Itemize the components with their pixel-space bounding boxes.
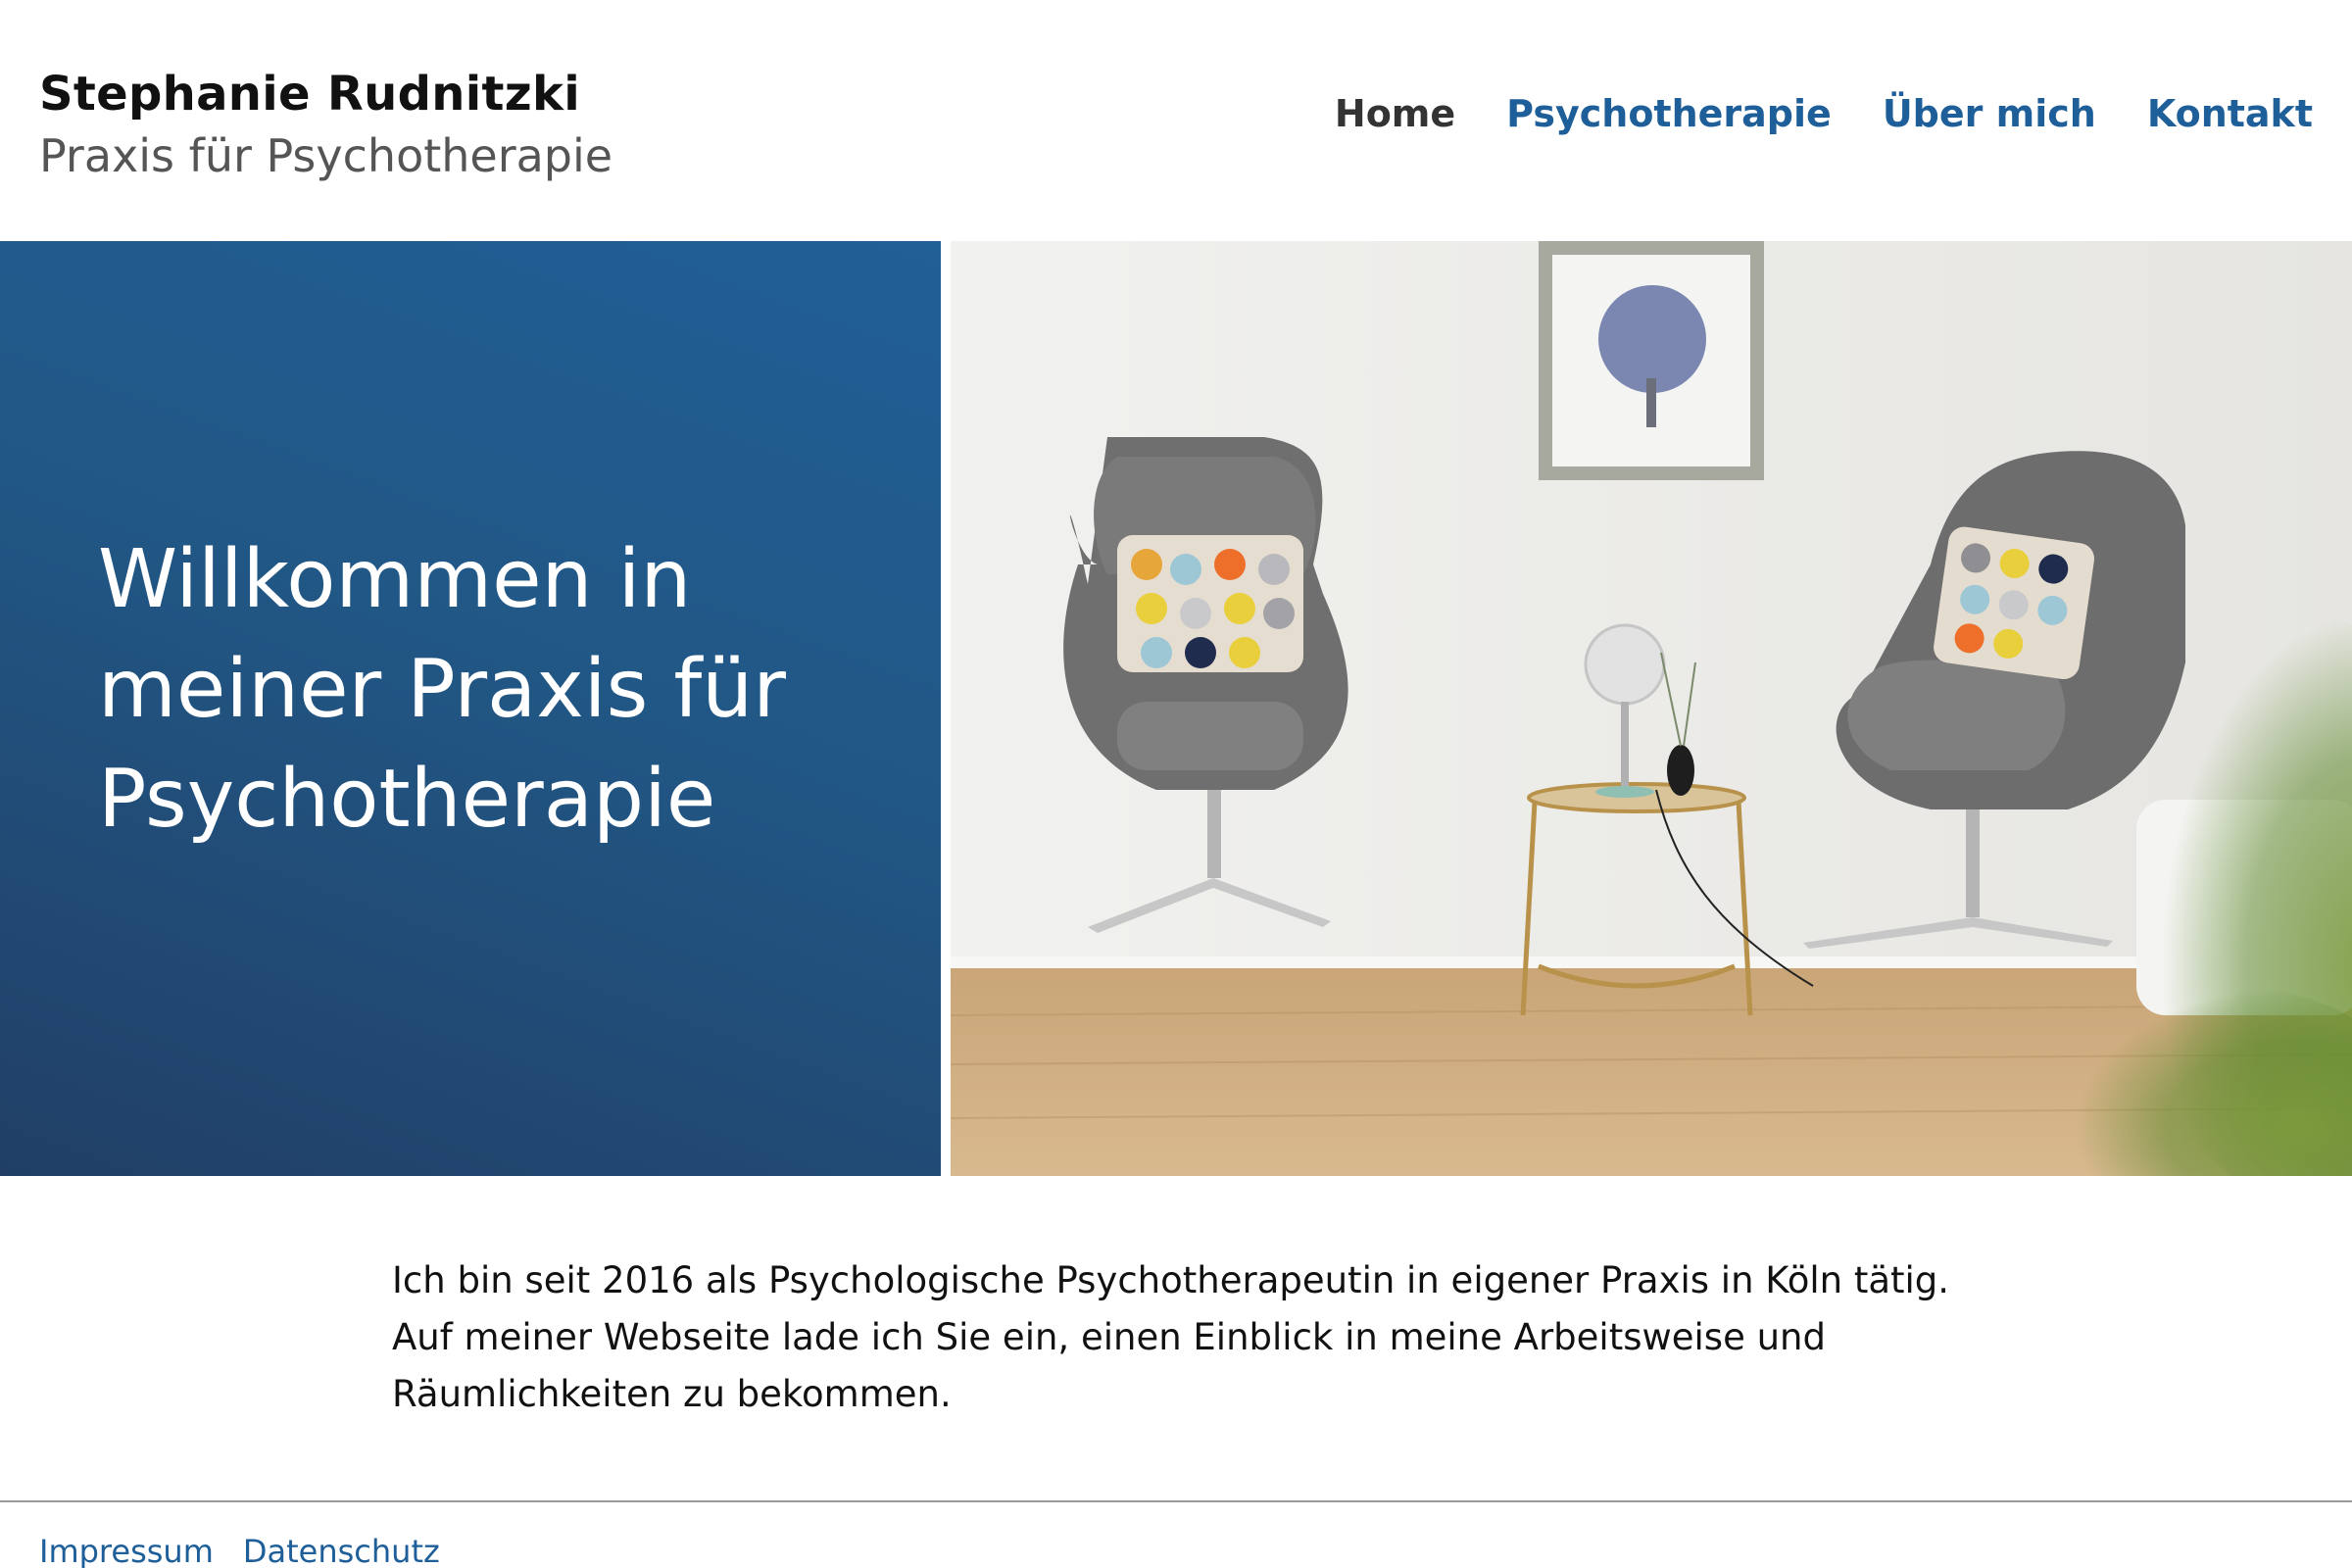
page: Stephanie Rudnitzki Praxis für Psychothe… xyxy=(0,0,2352,1568)
footer-link-impressum[interactable]: Impressum xyxy=(39,1533,214,1568)
hero-panel: Willkommen in meiner Praxis für Psychoth… xyxy=(0,241,941,1176)
hero-photo-armchairs xyxy=(951,241,2352,1176)
site-footer: Impressum Datenschutz xyxy=(39,1533,440,1568)
footer-link-datenschutz[interactable]: Datenschutz xyxy=(243,1533,440,1568)
nav-home[interactable]: Home xyxy=(1335,92,1455,135)
site-title[interactable]: Stephanie Rudnitzki xyxy=(39,67,580,122)
site-header: Stephanie Rudnitzki Praxis für Psychothe… xyxy=(0,0,2352,241)
nav-kontakt[interactable]: Kontakt xyxy=(2147,92,2313,135)
footer-divider xyxy=(0,1500,2352,1502)
nav-ueber-mich[interactable]: Über mich xyxy=(1883,92,2096,135)
hero-title: Willkommen in meiner Praxis für Psychoth… xyxy=(98,533,786,846)
site-subtitle: Praxis für Psychotherapie xyxy=(39,129,613,182)
intro-text: Ich bin seit 2016 als Psychologische Psy… xyxy=(392,1259,1950,1415)
nav-psychotherapie[interactable]: Psychotherapie xyxy=(1506,92,1832,135)
main-navigation: Home Psychotherapie Über mich Kontakt xyxy=(1335,92,2313,135)
